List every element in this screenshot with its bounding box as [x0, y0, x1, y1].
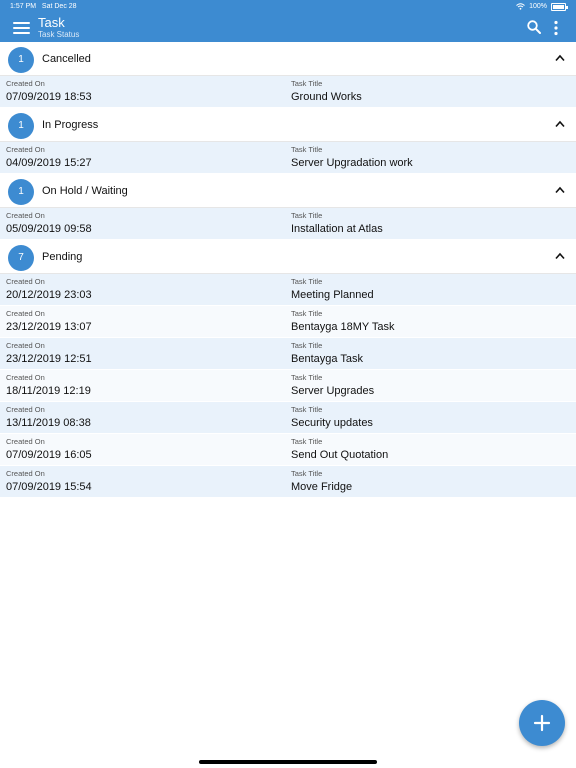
status-date: Sat Dec 28 — [41, 3, 77, 10]
group-header[interactable]: 7 Pending — [0, 240, 576, 274]
group-label: On Hold / Waiting — [42, 185, 128, 197]
task-title-value: Ground Works — [291, 91, 362, 103]
created-on-value: 07/09/2019 18:53 — [6, 91, 92, 103]
status-time: 1:57 PM — [10, 3, 37, 10]
created-on-value: 13/11/2019 08:38 — [6, 417, 91, 429]
task-title-value: Bentayga 18MY Task — [291, 321, 395, 333]
task-title-value: Move Fridge — [291, 481, 353, 493]
task-title-value: Meeting Planned — [291, 289, 374, 301]
chevron-up-icon[interactable] — [555, 252, 565, 260]
task-title-value: Security updates — [291, 417, 373, 429]
created-on-value: 07/09/2019 16:05 — [6, 449, 92, 461]
battery-icon — [551, 2, 568, 11]
created-on-label: Created On — [6, 469, 45, 478]
group-label: Pending — [42, 251, 83, 263]
group-label: In Progress — [42, 119, 99, 131]
task-row[interactable]: Created On 04/09/2019 15:27 Task Title Serv… — [0, 142, 576, 174]
task-title-label: Task Title — [291, 211, 323, 220]
created-on-value: 07/09/2019 15:54 — [6, 481, 92, 493]
task-title-value: Server Upgrades — [291, 385, 375, 397]
task-title-label: Task Title — [291, 469, 323, 478]
group-header[interactable]: 1 On Hold / Waiting — [0, 174, 576, 208]
plus-icon — [533, 714, 551, 732]
task-title-value: Server Upgradation work — [291, 157, 413, 169]
created-on-label: Created On — [6, 277, 45, 286]
status-indicators: 100% — [516, 0, 568, 13]
task-row[interactable]: Created On 18/11/2019 12:19 Task Title Serv… — [0, 370, 576, 402]
task-title-label: Task Title — [291, 79, 323, 88]
task-row[interactable]: Created On 07/09/2019 15:54 Task Title Move… — [0, 466, 576, 498]
created-on-label: Created On — [6, 437, 45, 446]
search-icon[interactable] — [527, 20, 541, 34]
task-title-label: Task Title — [291, 437, 323, 446]
task-title-value: Installation at Atlas — [291, 223, 383, 235]
created-on-label: Created On — [6, 309, 45, 318]
created-on-value: 05/09/2019 09:58 — [6, 223, 92, 235]
created-on-value: 23/12/2019 13:07 — [6, 321, 92, 333]
task-title-label: Task Title — [291, 341, 323, 350]
created-on-label: Created On — [6, 373, 45, 382]
group-header[interactable]: 1 Cancelled — [0, 42, 576, 76]
created-on-value: 18/11/2019 12:19 — [6, 385, 91, 397]
chevron-up-icon[interactable] — [555, 54, 565, 62]
task-title-label: Task Title — [291, 277, 323, 286]
task-title-label: Task Title — [291, 145, 323, 154]
page-subtitle: Task Status — [38, 30, 80, 39]
chevron-up-icon[interactable] — [555, 186, 565, 194]
count-badge: 1 — [8, 47, 34, 73]
task-row[interactable]: Created On 07/09/2019 18:53 Task Title Grou… — [0, 76, 576, 108]
count-badge: 1 — [8, 179, 34, 205]
task-row[interactable]: Created On 05/09/2019 09:58 Task Title Inst… — [0, 208, 576, 240]
count-badge: 1 — [8, 113, 34, 139]
menu-icon[interactable] — [13, 22, 30, 35]
home-indicator — [199, 760, 377, 764]
task-title-label: Task Title — [291, 405, 323, 414]
group-label: Cancelled — [42, 53, 91, 65]
more-vertical-icon[interactable] — [552, 20, 560, 36]
group-header[interactable]: 1 In Progress — [0, 108, 576, 142]
created-on-label: Created On — [6, 341, 45, 350]
task-title-value: Bentayga Task — [291, 353, 363, 365]
created-on-value: 20/12/2019 23:03 — [6, 289, 92, 301]
created-on-label: Created On — [6, 211, 45, 220]
count-badge: 7 — [8, 245, 34, 271]
task-title-value: Send Out Quotation — [291, 449, 389, 461]
task-title-label: Task Title — [291, 373, 323, 382]
wifi-icon — [516, 3, 525, 10]
page-title: Task — [38, 15, 65, 30]
task-status-list: 1 Cancelled Created On 07/09/2019 18:53 Task… — [0, 42, 576, 498]
task-row[interactable]: Created On 13/11/2019 08:38 Task Title Secu… — [0, 402, 576, 434]
task-title-label: Task Title — [291, 309, 323, 318]
created-on-label: Created On — [6, 145, 45, 154]
status-time-date: 1:57 PM Sat Dec 28 — [10, 0, 77, 13]
created-on-value: 04/09/2019 15:27 — [6, 157, 92, 169]
task-row[interactable]: Created On 07/09/2019 16:05 Task Title Send… — [0, 434, 576, 466]
created-on-value: 23/12/2019 12:51 — [6, 353, 92, 365]
task-row[interactable]: Created On 23/12/2019 12:51 Task Title Bent… — [0, 338, 576, 370]
created-on-label: Created On — [6, 79, 45, 88]
add-task-button[interactable] — [519, 700, 565, 746]
task-row[interactable]: Created On 20/12/2019 23:03 Task Title Meet… — [0, 274, 576, 306]
battery-percent: 100% — [529, 3, 547, 10]
created-on-label: Created On — [6, 405, 45, 414]
task-row[interactable]: Created On 23/12/2019 13:07 Task Title Bent… — [0, 306, 576, 338]
chevron-up-icon[interactable] — [555, 120, 565, 128]
status-bar: 1:57 PM Sat Dec 28 100% — [0, 0, 576, 13]
app-bar: 1:57 PM Sat Dec 28 100% Task Task Status — [0, 0, 576, 42]
